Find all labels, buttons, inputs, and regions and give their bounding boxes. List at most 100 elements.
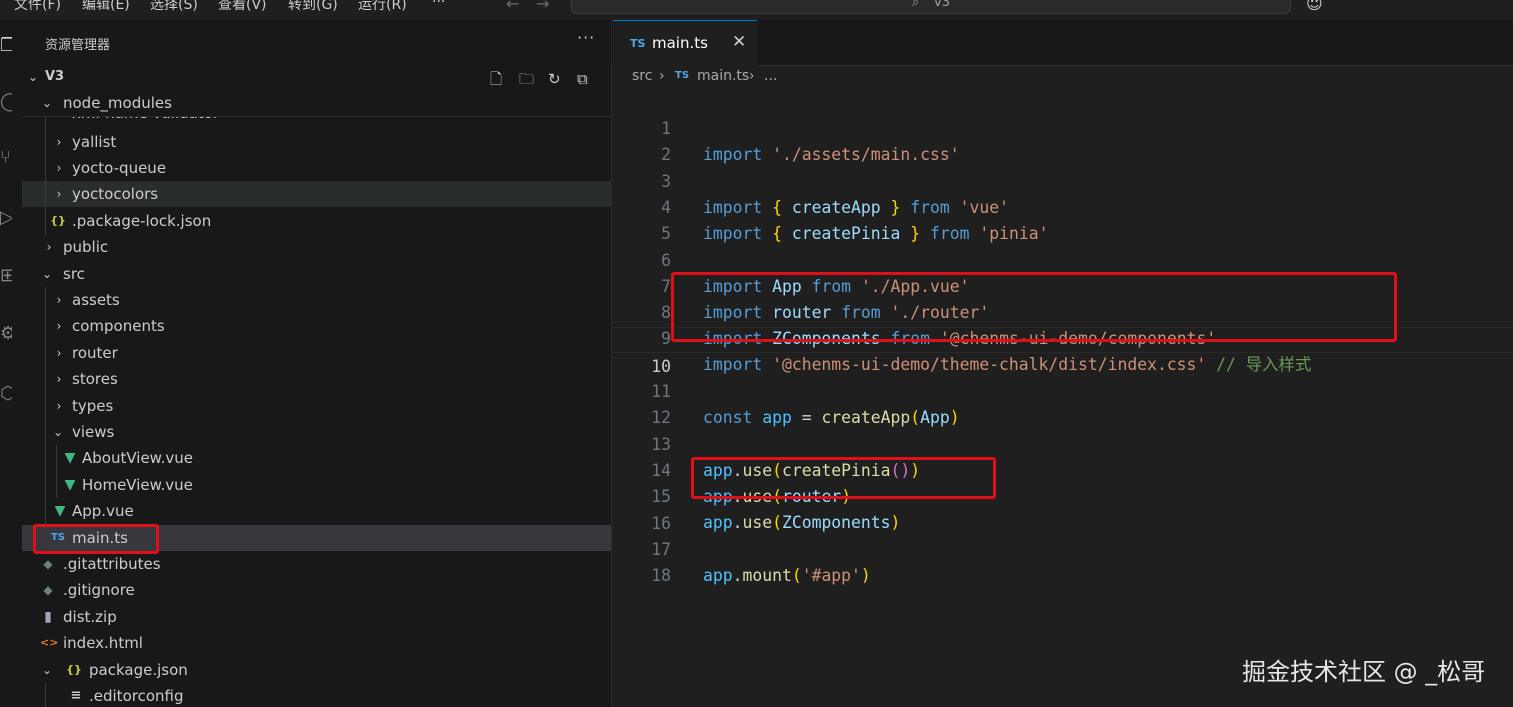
highlight-box-imports	[671, 272, 1397, 342]
tree-file-index-html[interactable]: <> index.html	[22, 630, 611, 656]
menu-more[interactable]: ···	[432, 0, 445, 10]
tree-file-package-lock-json[interactable]: {} .package-lock.json	[22, 208, 611, 234]
tree-folder-views[interactable]: ⌄ views	[22, 419, 611, 445]
menu-go[interactable]: 转到(G)	[288, 0, 338, 14]
new-file-icon[interactable]: 🗋	[490, 66, 502, 92]
menu-view[interactable]: 查看(V)	[218, 0, 267, 14]
breadcrumb-separator-icon: ›	[749, 68, 755, 84]
highlight-box-app-use	[691, 457, 996, 499]
tree-folder-router[interactable]: › router	[22, 340, 611, 366]
tree-folder-assets[interactable]: › assets	[22, 287, 611, 313]
chevron-right-icon: ›	[52, 116, 66, 126]
chevron-right-icon: ›	[56, 187, 62, 201]
search-view-icon[interactable]: ◯	[0, 92, 12, 112]
highlight-box-main-ts	[33, 524, 159, 554]
indent-guide	[45, 683, 46, 707]
tree-file-app-vue[interactable]: ▼ App.vue	[22, 498, 611, 524]
refresh-icon[interactable]: ↻	[548, 66, 561, 92]
tree-file-homeview-vue[interactable]: ▼ HomeView.vue	[22, 472, 611, 498]
code-line: 17 app.mount('#app')	[651, 539, 871, 585]
explorer-title: 资源管理器	[45, 38, 111, 53]
explorer-icon[interactable]: ❐	[0, 36, 12, 56]
tree-folder-types[interactable]: › types	[22, 393, 611, 419]
activity-bar: ❐ ◯ ⑂ ▷ ⊞ ⚙ ⬡	[0, 20, 22, 707]
tree-folder-yocto-queue[interactable]: › yocto-queue	[22, 155, 611, 181]
ts-file-icon: TS	[675, 70, 690, 81]
code-line: 3 import { createApp } from 'vue'	[661, 171, 1009, 217]
code-line: 14 app.use(router)	[651, 460, 852, 506]
collapse-all-icon[interactable]: ⧉	[577, 66, 588, 92]
tree-folder-src[interactable]: ⌄ src	[22, 261, 611, 287]
breadcrumb-separator-icon: ›	[659, 68, 665, 84]
zip-file-icon: ▮	[44, 609, 52, 625]
code-line: 18	[651, 566, 671, 586]
command-center-search[interactable]: ⌕ v3	[571, 0, 1291, 14]
menu-file[interactable]: 文件(F)	[14, 0, 61, 14]
html-file-icon: <>	[40, 636, 59, 649]
copilot-icon[interactable]: ☺	[1306, 0, 1323, 13]
close-icon[interactable]: ✕	[732, 32, 746, 52]
forward-arrow-icon[interactable]: →	[536, 0, 549, 13]
run-debug-icon[interactable]: ▷	[0, 208, 12, 228]
tree-folder-yoctocolors[interactable]: › yoctocolors	[22, 181, 611, 207]
tree-file-package-json[interactable]: ⌄ {} package.json	[22, 657, 611, 683]
menu-run[interactable]: 运行(R)	[358, 0, 407, 14]
chevron-right-icon: ›	[56, 135, 62, 149]
code-editor[interactable]: 1 import './assets/main.css' 2 3 import …	[612, 90, 1513, 707]
chevron-down-icon: ⌄	[27, 70, 39, 84]
workspace-root[interactable]: ⌄ V3 🗋 🗀 ↻ ⧉	[22, 64, 611, 92]
git-file-icon: ◆	[43, 583, 53, 597]
tree-folder-stores[interactable]: › stores	[22, 366, 611, 392]
title-bar: 文件(F) 编辑(E) 选择(S) 查看(V) 转到(G) 运行(R) ··· …	[0, 0, 1513, 20]
explorer-sidebar: 资源管理器 ··· ⌄ V3 🗋 🗀 ↻ ⧉ ⌄ node_modules › …	[22, 20, 612, 707]
indent-guide	[45, 116, 46, 236]
tree-file-aboutview-vue[interactable]: ▼ AboutView.vue	[22, 445, 611, 471]
chevron-down-icon: ⌄	[41, 96, 53, 110]
breadcrumb-file[interactable]: main.ts	[697, 68, 749, 84]
chevron-right-icon: ›	[56, 293, 62, 307]
chevron-down-icon: ⌄	[41, 663, 53, 677]
source-control-icon[interactable]: ⑂	[0, 148, 12, 168]
breadcrumb-folder[interactable]: src	[632, 68, 652, 84]
git-file-icon: ◆	[43, 557, 53, 571]
chevron-right-icon: ›	[56, 372, 62, 386]
tab-main-ts[interactable]: TS main.ts ✕	[613, 20, 757, 66]
tree-file-editorconfig[interactable]: ≡ .editorconfig	[22, 683, 611, 707]
code-line: 13 app.use(createPinia())	[651, 434, 921, 480]
tree-folder-yallist[interactable]: › yallist	[22, 129, 611, 155]
code-line: 1 import './assets/main.css'	[661, 119, 960, 164]
editor-group: TS main.ts ✕ src › TS main.ts › ... 1 im…	[612, 20, 1513, 707]
chevron-down-icon: ⌄	[52, 425, 64, 439]
extensions-icon[interactable]: ⊞	[0, 266, 12, 286]
tree-folder-xml-name-validator[interactable]: › xml-name-validator	[22, 116, 611, 126]
chevron-down-icon: ⌄	[41, 267, 53, 281]
remote-icon[interactable]: ⚙	[0, 324, 12, 344]
tree-folder-components[interactable]: › components	[22, 313, 611, 339]
json-file-icon: {}	[66, 663, 82, 676]
chevron-right-icon: ›	[56, 346, 62, 360]
chevron-right-icon: ›	[56, 319, 62, 333]
more-actions-icon[interactable]: ···	[577, 28, 595, 47]
tree-folder-node-modules[interactable]: ⌄ node_modules	[22, 90, 611, 116]
vue-file-icon: ▼	[54, 503, 66, 519]
menu-edit[interactable]: 编辑(E)	[82, 0, 130, 14]
tree-file-gitignore[interactable]: ◆ .gitignore	[22, 577, 611, 603]
tree-file-dist-zip[interactable]: ▮ dist.zip	[22, 604, 611, 630]
menu-selection[interactable]: 选择(S)	[150, 0, 198, 14]
testing-icon[interactable]: ⬡	[0, 384, 12, 404]
clipped-row-container: › xml-name-validator	[22, 116, 611, 126]
ts-file-icon: TS	[630, 37, 646, 50]
tree-file-gitattributes[interactable]: ◆ .gitattributes	[22, 551, 611, 577]
code-line: 5	[661, 224, 671, 244]
vue-file-icon: ▼	[64, 450, 76, 466]
chevron-right-icon: ›	[56, 399, 62, 413]
indent-guide	[45, 287, 46, 551]
breadcrumb-tail[interactable]: ...	[764, 68, 777, 84]
code-line: 4 import { createPinia } from 'pinia'	[661, 197, 1049, 243]
code-line: 11 const app = createApp(App)	[651, 382, 960, 427]
config-file-icon: ≡	[70, 688, 82, 703]
code-line: 7 import router from './router'	[661, 276, 990, 322]
tree-folder-public[interactable]: › public	[22, 234, 611, 260]
back-arrow-icon[interactable]: ←	[506, 0, 519, 13]
new-folder-icon[interactable]: 🗀	[519, 66, 534, 92]
